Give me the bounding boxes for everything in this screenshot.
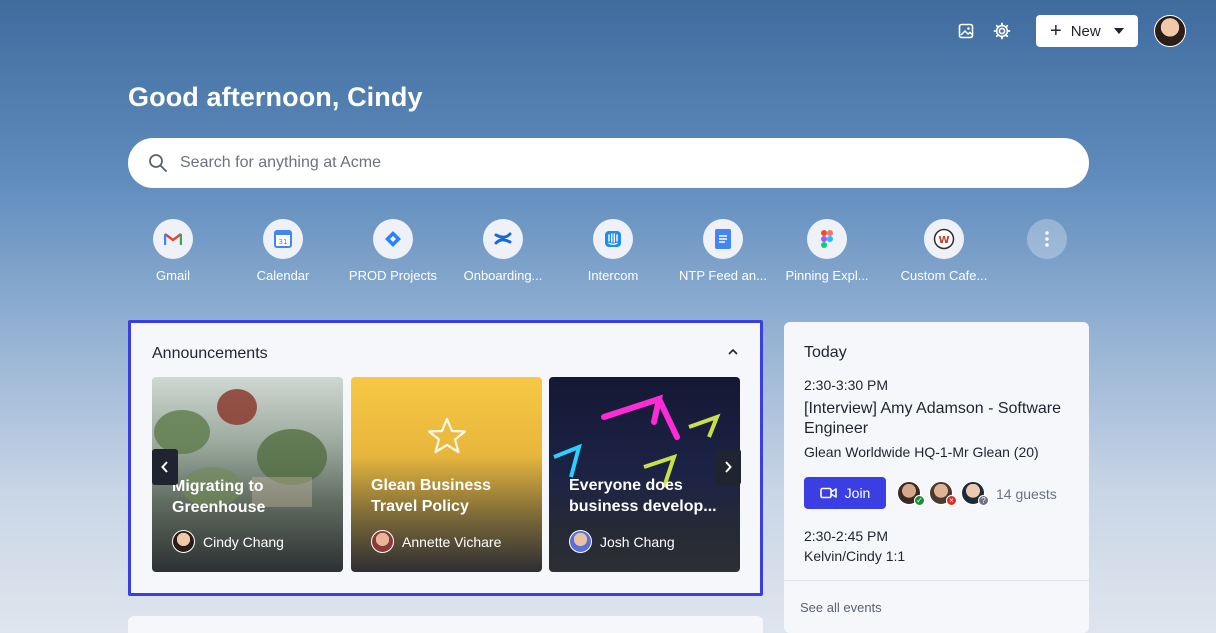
gear-icon[interactable] xyxy=(988,17,1016,45)
star-icon xyxy=(427,417,467,454)
greeting-heading: Good afternoon, Cindy xyxy=(128,82,423,112)
video-camera-icon xyxy=(819,487,837,499)
user-avatar[interactable] xyxy=(1154,15,1186,47)
shortcut-label: Calendar xyxy=(256,268,310,283)
svg-text:31: 31 xyxy=(279,238,288,246)
cafe-logo-icon: W xyxy=(924,219,964,259)
intercom-icon xyxy=(593,219,633,259)
card-title: Everyone does business develop... xyxy=(569,477,717,515)
author-avatar xyxy=(371,530,394,553)
card-author: Annette Vichare xyxy=(371,530,501,553)
card-title: Glean Business Travel Policy xyxy=(371,477,492,515)
shortcut-onboarding[interactable]: Onboarding... xyxy=(448,219,558,283)
shortcut-label: Custom Cafe... xyxy=(900,268,988,283)
announcements-panel: Announcements Migrating to Greenhouse Ci… xyxy=(128,320,763,596)
accepted-check-icon: ✓ xyxy=(914,495,925,506)
author-name: Josh Chang xyxy=(600,533,675,550)
new-button-label: New xyxy=(1070,22,1101,40)
card-author: Cindy Chang xyxy=(172,530,284,553)
shortcut-label: Pinning Expl... xyxy=(785,268,869,283)
figma-icon xyxy=(807,219,847,259)
new-button[interactable]: + New xyxy=(1036,15,1138,47)
confluence-icon xyxy=(483,219,523,259)
top-bar: + New xyxy=(952,15,1186,47)
author-name: Cindy Chang xyxy=(203,533,284,550)
svg-text:W: W xyxy=(938,235,949,246)
today-title: Today xyxy=(804,344,847,361)
see-all-events-link[interactable]: See all events xyxy=(800,600,882,615)
chevron-up-icon[interactable] xyxy=(728,347,738,357)
shortcut-gmail[interactable]: Gmail xyxy=(118,219,228,283)
author-name: Annette Vichare xyxy=(402,533,502,550)
declined-x-icon: × xyxy=(946,495,957,506)
search-icon xyxy=(149,154,167,172)
today-panel: Today 2:30-3:30 PM [Interview] Amy Adams… xyxy=(784,322,1089,633)
announcements-title: Announcements xyxy=(152,345,268,362)
shortcut-label: Onboarding... xyxy=(463,268,543,283)
plus-icon: + xyxy=(1050,20,1062,42)
shortcut-label: PROD Projects xyxy=(348,268,438,283)
event-title[interactable]: [Interview] Amy Adamson - Software Engin… xyxy=(804,399,1064,439)
google-docs-icon xyxy=(703,219,743,259)
event-time: 2:30-3:30 PM xyxy=(804,377,889,393)
carousel-next-button[interactable] xyxy=(715,449,741,485)
shortcut-calendar[interactable]: 31 Calendar xyxy=(228,219,338,283)
next-section-card xyxy=(128,616,763,633)
event-location: Glean Worldwide HQ-1-Mr Glean (20) xyxy=(804,444,1039,460)
author-avatar xyxy=(172,530,195,553)
google-calendar-icon: 31 xyxy=(263,219,303,259)
divider xyxy=(784,580,1089,581)
shortcut-prod-projects[interactable]: PROD Projects xyxy=(338,219,448,283)
search-bar[interactable] xyxy=(128,138,1089,188)
shortcut-label: NTP Feed an... xyxy=(679,268,767,283)
shortcut-label: Gmail xyxy=(156,268,190,283)
event-title[interactable]: Kelvin/Cindy 1:1 xyxy=(804,546,1064,566)
announcement-card[interactable]: Migrating to Greenhouse Cindy Chang xyxy=(152,377,343,572)
search-input[interactable] xyxy=(180,154,980,172)
more-vertical-icon xyxy=(1027,219,1067,259)
join-label: Join xyxy=(844,485,871,501)
shortcut-ntp-feed[interactable]: NTP Feed an... xyxy=(668,219,778,283)
chevron-right-icon xyxy=(725,461,732,473)
announcement-card[interactable]: Glean Business Travel Policy Annette Vic… xyxy=(351,377,542,572)
announcement-card[interactable]: Everyone does business develop... Josh C… xyxy=(549,377,740,572)
shortcut-label: Intercom xyxy=(587,268,639,283)
join-button[interactable]: Join xyxy=(804,477,886,509)
gmail-icon xyxy=(153,219,193,259)
event-time: 2:30-2:45 PM xyxy=(804,528,889,544)
author-avatar xyxy=(569,530,592,553)
card-title: Migrating to Greenhouse xyxy=(172,478,266,516)
jira-icon xyxy=(373,219,413,259)
shortcut-more[interactable] xyxy=(992,219,1102,259)
chevron-left-icon xyxy=(161,461,168,473)
card-author: Josh Chang xyxy=(569,530,675,553)
caret-down-icon xyxy=(1114,28,1124,34)
carousel-prev-button[interactable] xyxy=(152,449,178,485)
maybe-question-icon: ? xyxy=(978,495,989,506)
shortcut-custom-cafe[interactable]: W Custom Cafe... xyxy=(889,219,999,283)
image-icon[interactable] xyxy=(952,17,980,45)
shortcut-intercom[interactable]: Intercom xyxy=(558,219,668,283)
guest-count[interactable]: 14 guests xyxy=(996,486,1057,502)
shortcut-pinning[interactable]: Pinning Expl... xyxy=(772,219,882,283)
